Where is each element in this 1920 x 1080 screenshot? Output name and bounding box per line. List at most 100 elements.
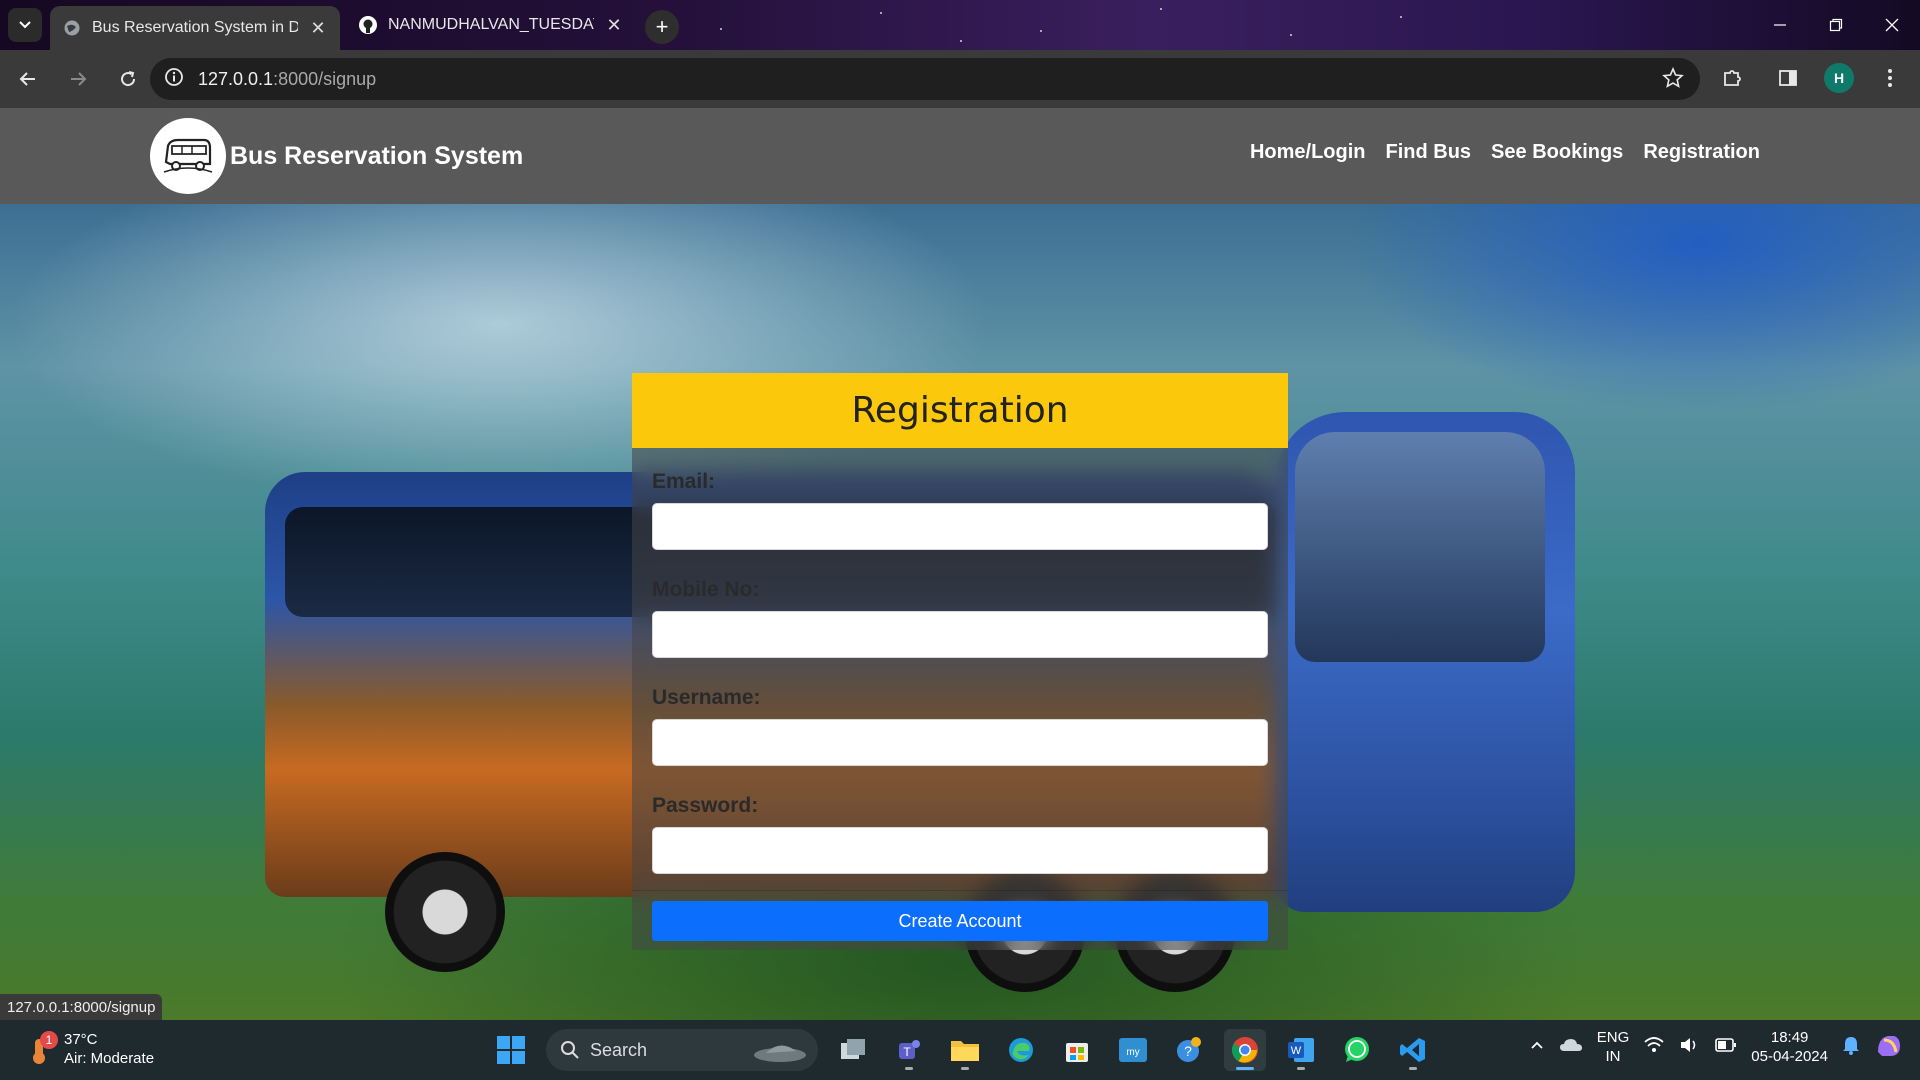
email-label: Email: (652, 470, 716, 493)
restore-button[interactable] (1808, 0, 1864, 50)
minimize-button[interactable] (1752, 0, 1808, 50)
nav-home-login[interactable]: Home/Login (1250, 141, 1366, 164)
browser-titlebar: Bus Reservation System in Djan ✕ NANMUDH… (0, 0, 1920, 50)
plus-icon: + (655, 14, 669, 39)
forward-button[interactable] (56, 57, 100, 101)
notification-bell-icon[interactable] (1842, 1035, 1860, 1059)
tab-github[interactable]: NANMUDHALVAN_TUESDAYBA ✕ (346, 6, 636, 44)
whatsapp-app[interactable] (1336, 1029, 1378, 1071)
browser-toolbar: 127.0.0.1:8000/signup H (0, 50, 1920, 108)
clock-time: 18:49 (1770, 1029, 1809, 1046)
nav-see-bookings[interactable]: See Bookings (1491, 141, 1623, 164)
address-bar[interactable]: 127.0.0.1:8000/signup (150, 58, 1700, 100)
toolbar-actions: H (1712, 58, 1910, 98)
password-field[interactable] (652, 827, 1268, 874)
url-host: 127.0.0.1 (198, 68, 274, 89)
weather-widget[interactable]: 1 37°C Air: Moderate (26, 1030, 154, 1068)
start-button[interactable] (490, 1029, 532, 1071)
window-controls (1752, 0, 1920, 50)
site-navbar: Bus Reservation System Home/Login Find B… (0, 108, 1920, 204)
password-label: Password: (652, 794, 759, 817)
battery-icon[interactable] (1715, 1038, 1737, 1056)
mobile-field[interactable] (652, 611, 1268, 658)
svg-text:W: W (1291, 1045, 1302, 1057)
mysql-workbench-app[interactable]: my (1112, 1029, 1154, 1071)
store-icon (1066, 1043, 1088, 1062)
search-highlight-icon (754, 1045, 806, 1062)
side-panel-button[interactable] (1768, 58, 1808, 98)
microsoft-store-app[interactable] (1056, 1029, 1098, 1071)
reload-button[interactable] (106, 57, 150, 101)
close-icon[interactable]: ✕ (604, 15, 624, 36)
brand[interactable]: Bus Reservation System (150, 118, 523, 194)
main-nav: Home/Login Find Bus See Bookings Registr… (1250, 141, 1760, 164)
chevron-up-icon[interactable] (1529, 1037, 1545, 1057)
back-button[interactable] (6, 57, 50, 101)
close-window-button[interactable] (1864, 0, 1920, 50)
menu-button[interactable] (1870, 58, 1910, 98)
arrow-right-icon (71, 72, 87, 86)
restore-icon (1829, 18, 1843, 32)
reload-icon (121, 71, 136, 87)
registration-card: Registration Email: Mobile No: Username:… (632, 373, 1288, 950)
taskbar-search[interactable]: Search (546, 1029, 818, 1071)
clock[interactable]: 18:49 05-04-2024 (1751, 1028, 1828, 1066)
taskbar-apps: Search T my ? W (490, 1029, 1434, 1071)
search-icon (561, 1041, 579, 1059)
bookmark-star-icon[interactable] (1662, 66, 1684, 94)
weather-text: 37°C Air: Moderate (64, 1030, 154, 1068)
brand-title: Bus Reservation System (230, 141, 524, 170)
registration-card-header: Registration (632, 373, 1288, 448)
search-label: Search (590, 1039, 648, 1060)
chrome-app[interactable] (1224, 1029, 1266, 1071)
teams-app[interactable]: T (888, 1029, 930, 1071)
close-icon[interactable]: ✕ (308, 18, 328, 39)
windows-taskbar: 1 37°C Air: Moderate Search T my ? W ENG… (0, 1020, 1920, 1080)
tab-bus-reservation[interactable]: Bus Reservation System in Djan ✕ (50, 6, 340, 50)
language-line1: ENG (1596, 1029, 1630, 1046)
chrome-icon (1231, 1037, 1258, 1063)
onedrive-icon[interactable] (1559, 1036, 1583, 1058)
close-icon (1885, 18, 1899, 32)
task-view-icon (841, 1039, 865, 1059)
bus-windshield (1295, 432, 1545, 662)
registration-form: Email: Mobile No: Username: Password: (632, 448, 1288, 874)
nav-registration[interactable]: Registration (1643, 141, 1760, 164)
arrow-left-icon (19, 72, 35, 86)
volume-icon[interactable] (1679, 1036, 1701, 1058)
copilot-icon[interactable] (1874, 1030, 1904, 1064)
language-indicator[interactable]: ENG IN (1597, 1028, 1630, 1066)
weather-desc: Air: Moderate (64, 1050, 155, 1067)
language-line2: IN (1605, 1048, 1621, 1065)
help-icon: ? (1177, 1037, 1201, 1062)
vscode-app[interactable] (1392, 1029, 1434, 1071)
word-app[interactable]: W (1280, 1029, 1322, 1071)
file-explorer-app[interactable] (944, 1029, 986, 1071)
username-field[interactable] (652, 719, 1268, 766)
extensions-button[interactable] (1712, 58, 1752, 98)
weather-temp: 37°C (64, 1031, 98, 1048)
wifi-icon[interactable] (1643, 1036, 1665, 1058)
site-info-icon[interactable] (164, 67, 184, 92)
status-url-bubble: 127.0.0.1:8000/signup (0, 994, 163, 1020)
get-help-app[interactable]: ? (1168, 1029, 1210, 1071)
new-tab-button[interactable]: + (645, 10, 679, 44)
chevron-down-icon (19, 21, 31, 29)
edge-app[interactable] (1000, 1029, 1042, 1071)
bus-wheel (385, 852, 505, 972)
bus-logo-icon (150, 118, 226, 194)
mysql-icon: my (1119, 1038, 1147, 1062)
url-text: 127.0.0.1:8000/signup (198, 69, 376, 90)
profile-avatar[interactable]: H (1824, 63, 1854, 93)
svg-text:?: ? (1184, 1043, 1192, 1059)
svg-text:my: my (1126, 1047, 1139, 1058)
task-view-button[interactable] (832, 1029, 874, 1071)
tab-title: NANMUDHALVAN_TUESDAYBA (388, 16, 594, 33)
puzzle-icon (1724, 70, 1741, 86)
nav-find-bus[interactable]: Find Bus (1386, 141, 1472, 164)
tab-search-button[interactable] (8, 8, 42, 42)
minimize-icon (1774, 24, 1786, 26)
create-account-button[interactable]: Create Account (652, 901, 1268, 941)
email-field[interactable] (652, 503, 1268, 550)
page-content: Bus Reservation System Home/Login Find B… (0, 108, 1920, 1020)
